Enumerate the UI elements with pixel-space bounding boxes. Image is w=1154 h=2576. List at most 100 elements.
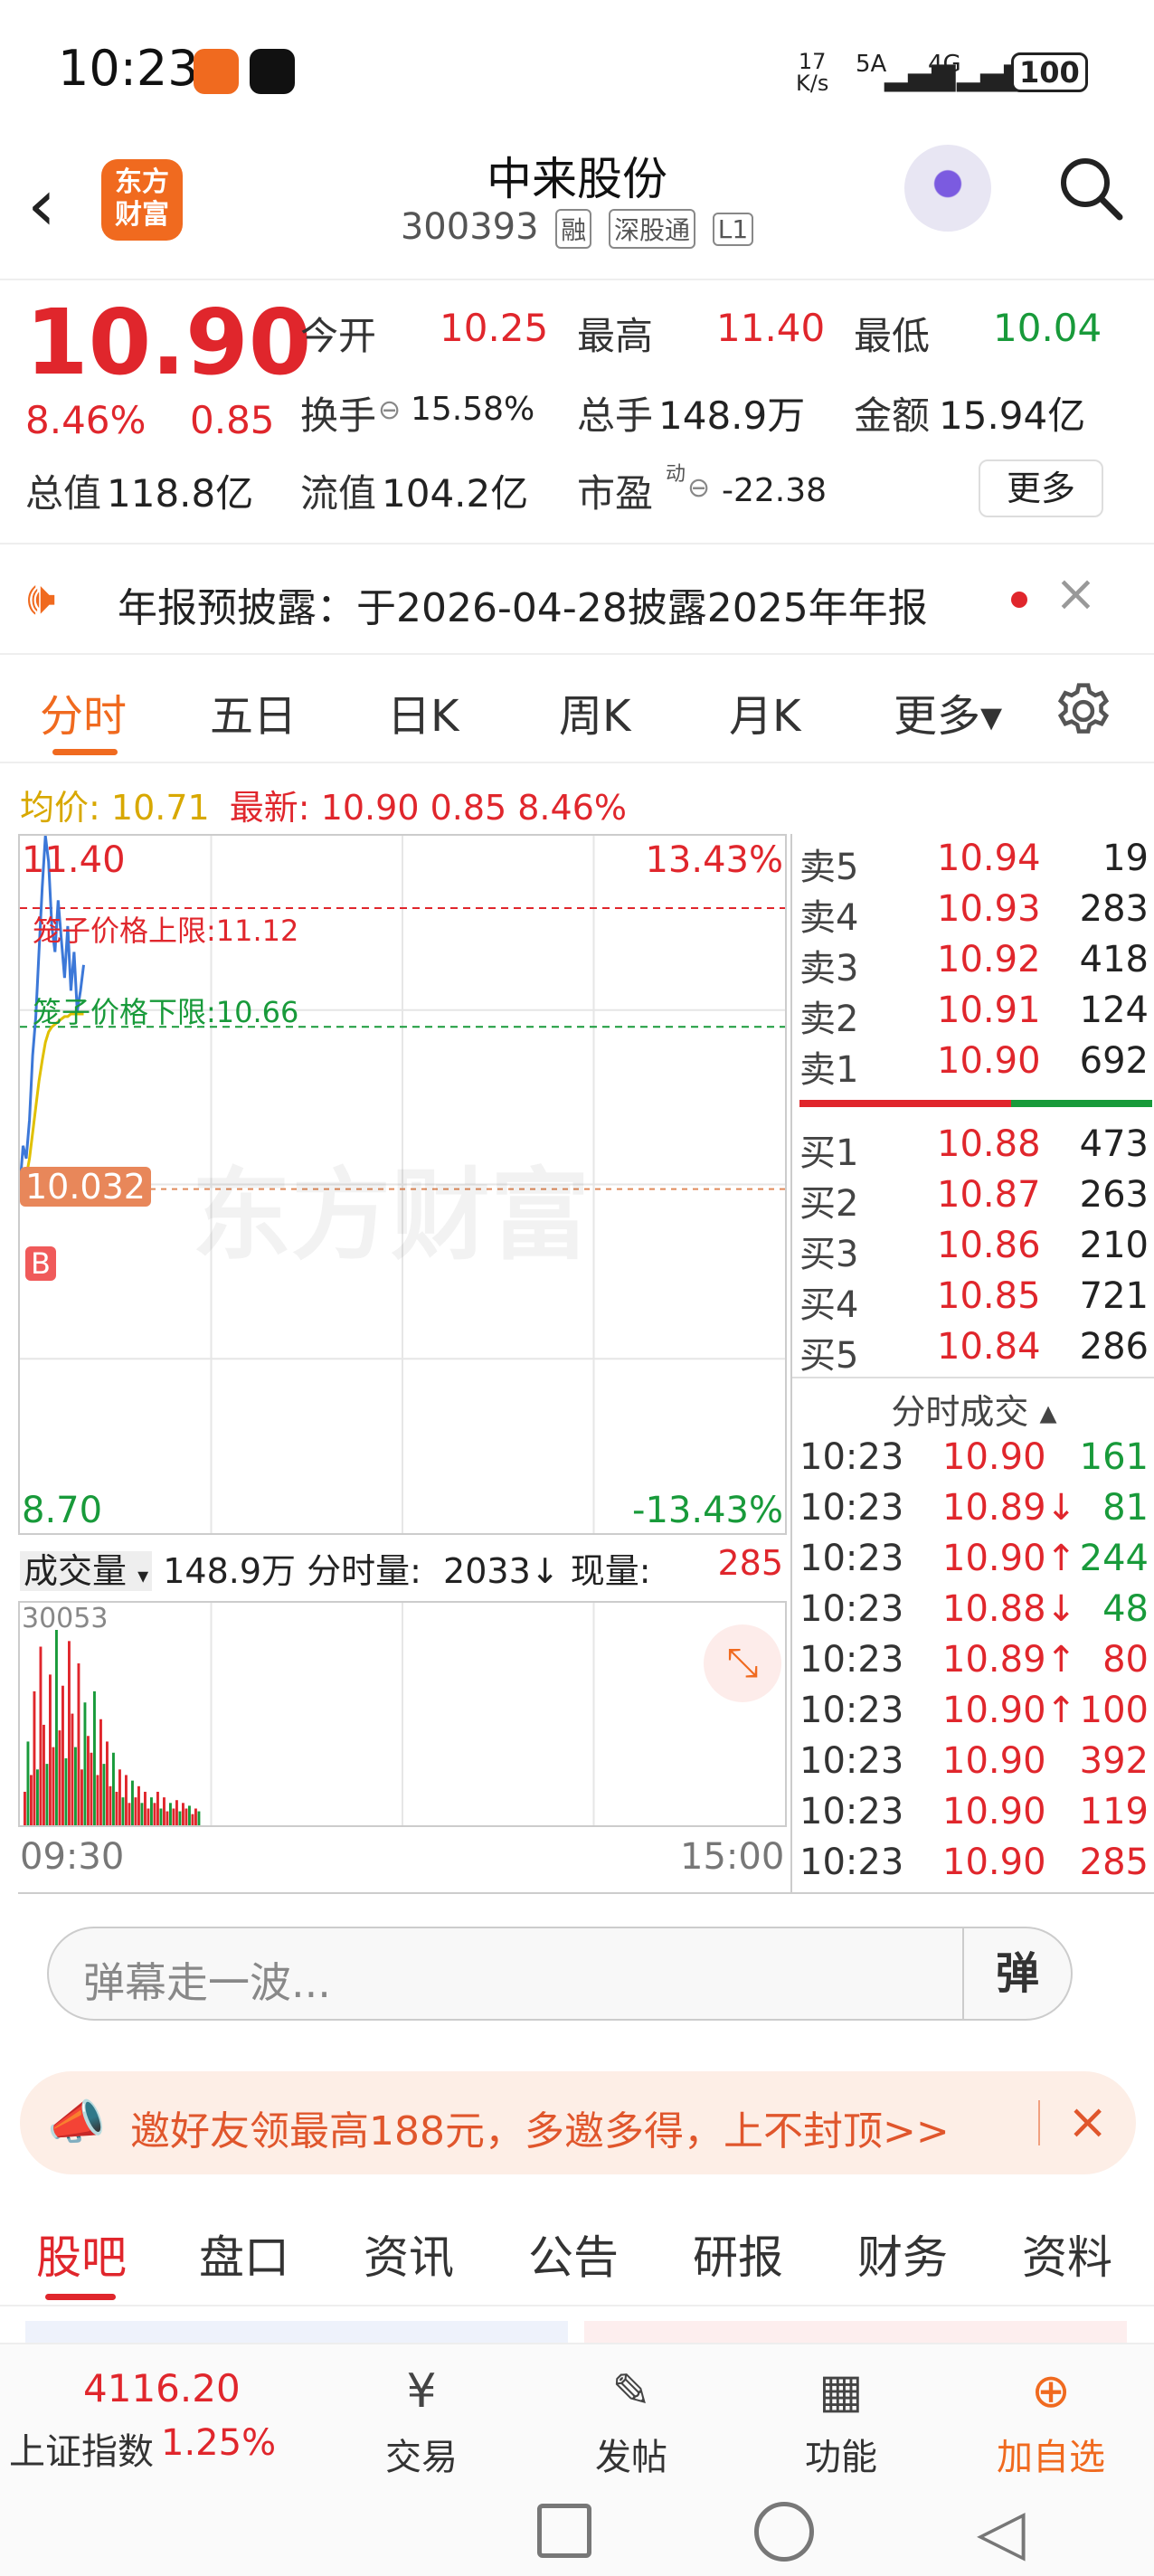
- open-label: 今开: [300, 314, 377, 358]
- current-price: 10.90: [25, 289, 312, 395]
- tag-level: L1: [712, 212, 754, 246]
- bid-row[interactable]: 买3 10.86 210: [792, 1225, 1154, 1275]
- trade-row[interactable]: 10:23 10.90↑ 100: [792, 1690, 1154, 1740]
- subtab-announcements[interactable]: 公告: [528, 2221, 619, 2287]
- trade-row[interactable]: 10:23 10.89↑ 80: [792, 1639, 1154, 1690]
- volume-value: 148.9万: [658, 393, 806, 438]
- lower-limit-label: 笼子价格下限:10.66: [33, 995, 299, 1029]
- nav-functions-label: 功能: [805, 2437, 877, 2478]
- close-icon[interactable]: ×: [1055, 564, 1097, 623]
- level-price: 10.90↑: [942, 1538, 1077, 1579]
- bid-row[interactable]: 买4 10.85 721: [792, 1275, 1154, 1326]
- level-label: 10:23: [799, 1487, 904, 1529]
- index-value: 4116.20: [83, 2366, 241, 2410]
- tab-weekly-k[interactable]: 周K: [559, 680, 630, 743]
- nav-trade[interactable]: ¥ 交易: [349, 2344, 494, 2480]
- high-label: 最高: [577, 314, 654, 358]
- banner-close-icon[interactable]: ×: [1067, 2093, 1108, 2150]
- level-label: 买4: [799, 1284, 859, 1326]
- trade-row[interactable]: 10:23 10.90 161: [792, 1436, 1154, 1487]
- intraday-chart[interactable]: 东方财富 11.40 13.43% 笼子价格上限:11.12 笼子价格下限:10…: [18, 834, 787, 1535]
- level-label: 买5: [799, 1335, 859, 1377]
- volume-chart[interactable]: 30053 ⤡: [18, 1601, 787, 1827]
- volume-bar: [90, 1752, 93, 1825]
- level-volume: 692: [1079, 1040, 1149, 1082]
- recent-apps-icon[interactable]: [537, 2504, 591, 2558]
- ask-row[interactable]: 卖3 10.92 418: [792, 939, 1154, 990]
- divider: [18, 1892, 1154, 1894]
- subtab-research[interactable]: 研报: [693, 2221, 783, 2287]
- megaphone-icon: 📣: [47, 2096, 106, 2150]
- trade-row[interactable]: 10:23 10.90↑ 244: [792, 1538, 1154, 1588]
- danmu-input[interactable]: 弹幕走一波... 弹: [47, 1927, 1073, 2021]
- plus-circle-icon: ⊕: [1031, 2364, 1071, 2419]
- amount-value: 15.94亿: [939, 393, 1086, 438]
- tag-margin: 融: [555, 209, 592, 249]
- notice-bar[interactable]: 🕪 年报预披露：于2026-04-28披露2025年年报 ×: [0, 543, 1154, 655]
- bid-ask-bar: [799, 1100, 1152, 1107]
- tab-daily-k[interactable]: 日K: [387, 680, 459, 743]
- level-price: 10.94: [937, 838, 1041, 879]
- expand-icon[interactable]: ⤡: [704, 1624, 781, 1702]
- subtab-forum[interactable]: 股吧: [36, 2221, 127, 2287]
- trades-header[interactable]: 分时成交 ▴: [792, 1377, 1154, 1434]
- nav-functions[interactable]: ▦ 功能: [769, 2344, 913, 2480]
- sub-tabs: 股吧 盘口 资讯 公告 研报 财务 资料: [0, 2198, 1154, 2306]
- ask-row[interactable]: 卖5 10.94 19: [792, 838, 1154, 888]
- banner-text[interactable]: 邀好友领最高188元，多邀多得，上不封顶>>: [130, 2098, 950, 2156]
- tab-five-day[interactable]: 五日: [210, 680, 297, 743]
- trade-row[interactable]: 10:23 10.90 392: [792, 1740, 1154, 1791]
- nav-post[interactable]: ✎ 发帖: [559, 2344, 704, 2480]
- level-label: 卖3: [799, 948, 859, 990]
- robot-assistant-icon[interactable]: [904, 145, 991, 232]
- level-label: 买3: [799, 1234, 859, 1275]
- pe-info-icon[interactable]: ⊖: [687, 472, 710, 504]
- danmu-toggle-button[interactable]: 弹: [962, 1928, 1071, 2019]
- volume-bar: [172, 1808, 175, 1825]
- volume-bar: [144, 1791, 147, 1825]
- subtab-finance[interactable]: 财务: [857, 2221, 948, 2287]
- settings-gear-icon[interactable]: [1053, 680, 1114, 742]
- info-icon[interactable]: ⊖: [378, 394, 401, 426]
- level-volume: 392: [1079, 1740, 1149, 1782]
- subtab-profile[interactable]: 资料: [1022, 2221, 1112, 2287]
- subtab-news[interactable]: 资讯: [364, 2221, 454, 2287]
- trade-row[interactable]: 10:23 10.88↓ 48: [792, 1588, 1154, 1639]
- banner-divider: [1038, 2100, 1040, 2145]
- float-label: 流值: [300, 471, 377, 516]
- index-widget[interactable]: 4116.20 上证指数 1.25%: [0, 2344, 289, 2487]
- trade-row[interactable]: 10:23 10.90 119: [792, 1791, 1154, 1842]
- search-icon[interactable]: [1055, 152, 1127, 224]
- latest-label: 最新:: [229, 788, 310, 828]
- tab-intraday[interactable]: 分时: [40, 680, 127, 743]
- y-top-label: 11.40: [22, 839, 126, 881]
- bid-row[interactable]: 买5 10.84 286: [792, 1326, 1154, 1377]
- bid-row[interactable]: 买1 10.88 473: [792, 1123, 1154, 1174]
- y-bottom-label: 8.70: [22, 1490, 103, 1531]
- level-label: 买1: [799, 1132, 859, 1174]
- tab-monthly-k[interactable]: 月K: [729, 680, 800, 743]
- trade-row[interactable]: 10:23 10.90 285: [792, 1842, 1154, 1892]
- level-label: 10:23: [799, 1842, 904, 1883]
- level-price: 10.89↓: [942, 1487, 1077, 1529]
- trade-row[interactable]: 10:23 10.89↓ 81: [792, 1487, 1154, 1538]
- now-volume-value: 285: [717, 1543, 783, 1583]
- nav-add-watchlist[interactable]: ⊕ 加自选: [979, 2344, 1123, 2480]
- level-volume: 124: [1079, 990, 1149, 1031]
- ask-row[interactable]: 卖4 10.93 283: [792, 888, 1154, 939]
- buy-marker[interactable]: B: [25, 1246, 56, 1281]
- invite-banner[interactable]: 📣 邀好友领最高188元，多邀多得，上不封顶>> ×: [20, 2071, 1136, 2174]
- ask-row[interactable]: 卖2 10.91 124: [792, 990, 1154, 1040]
- volume-select[interactable]: 成交量 ▾: [20, 1551, 153, 1591]
- upper-limit-label: 笼子价格上限:11.12: [33, 914, 299, 948]
- home-icon[interactable]: [754, 2502, 814, 2562]
- notice-text[interactable]: 年报预披露：于2026-04-28披露2025年年报: [118, 575, 928, 633]
- level-price: 10.90: [937, 1040, 1041, 1082]
- tab-more[interactable]: 更多▾: [894, 680, 1002, 743]
- ask-row[interactable]: 卖1 10.90 692: [792, 1040, 1154, 1091]
- subtab-handicap[interactable]: 盘口: [199, 2221, 289, 2287]
- bid-row[interactable]: 买2 10.87 263: [792, 1174, 1154, 1225]
- turnover-label: 换手: [300, 393, 377, 438]
- back-nav-icon[interactable]: ◁: [977, 2495, 1026, 2569]
- more-button[interactable]: 更多: [979, 459, 1103, 517]
